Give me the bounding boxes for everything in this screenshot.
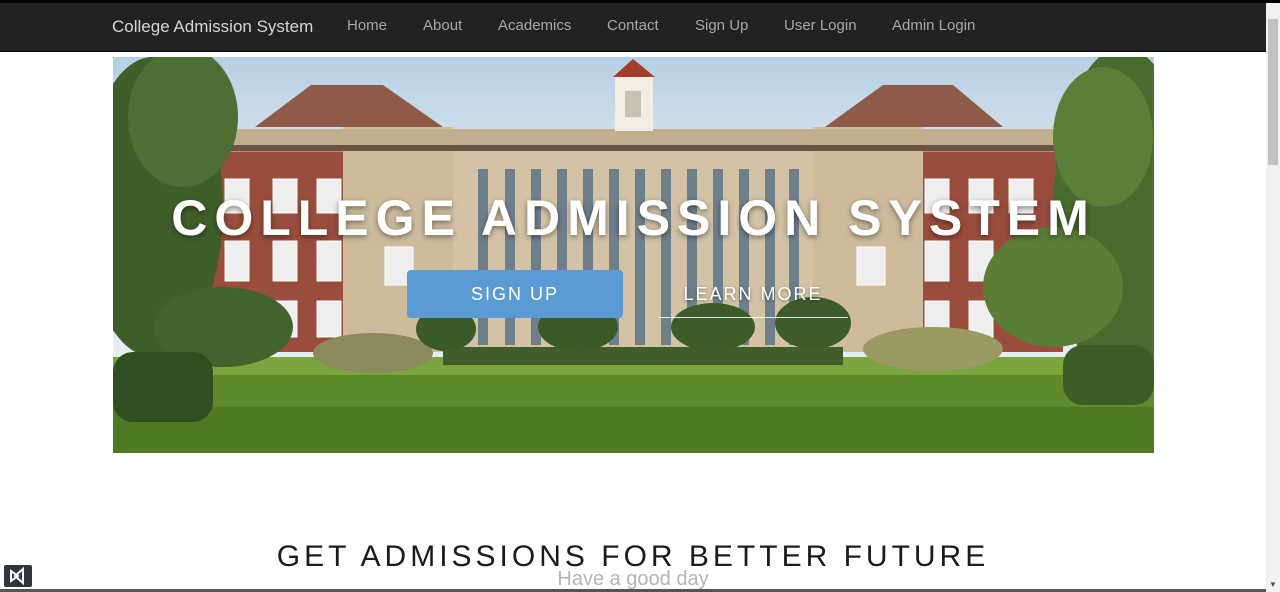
nav-item-contact[interactable]: Contact bbox=[607, 3, 659, 51]
scrollbar-thumb[interactable] bbox=[1268, 19, 1278, 165]
nav-item-admin-login[interactable]: Admin Login bbox=[892, 3, 975, 51]
visual-studio-icon[interactable] bbox=[4, 565, 32, 587]
nav-item-user-login[interactable]: User Login bbox=[784, 3, 857, 51]
section-subheading: Have a good day bbox=[557, 568, 709, 590]
navbar-brand[interactable]: College Admission System bbox=[112, 3, 313, 51]
arrow-down-icon[interactable]: ▼ bbox=[1266, 578, 1280, 592]
nav-item-academics[interactable]: Academics bbox=[498, 3, 571, 51]
nav-item-about[interactable]: About bbox=[423, 3, 462, 51]
nav-item-home[interactable]: Home bbox=[347, 3, 387, 51]
learn-more-button[interactable]: LEARN MORE bbox=[658, 270, 848, 318]
navbar: College Admission System Home About Acad… bbox=[0, 3, 1266, 52]
hero-banner: COLLEGE ADMISSION SYSTEM SIGN UP LEARN M… bbox=[113, 57, 1154, 453]
hero-title: COLLEGE ADMISSION SYSTEM bbox=[171, 190, 1096, 246]
nav-item-sign-up[interactable]: Sign Up bbox=[695, 3, 748, 51]
sign-up-button[interactable]: SIGN UP bbox=[407, 270, 623, 318]
vertical-scrollbar[interactable]: ▼ bbox=[1266, 3, 1280, 592]
college-building-photo bbox=[113, 57, 1154, 453]
